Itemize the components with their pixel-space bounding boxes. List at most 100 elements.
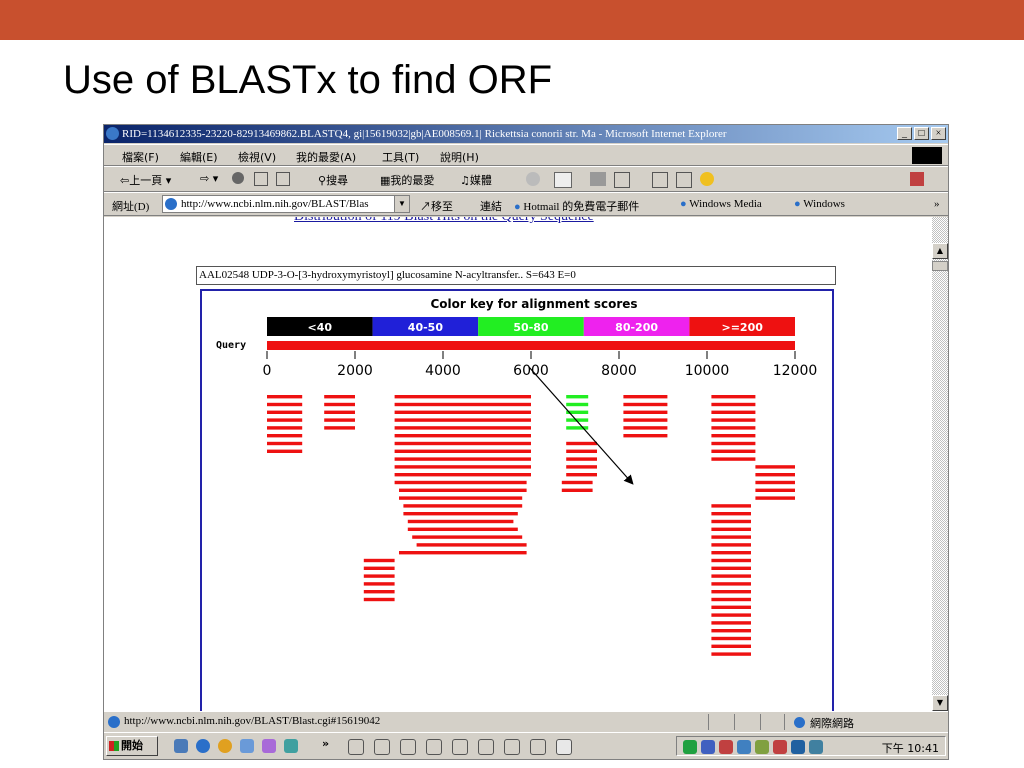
media-button[interactable]: ♫媒體 <box>460 172 492 188</box>
alignment-hit <box>711 527 751 531</box>
tray-icon[interactable] <box>773 740 787 754</box>
task-window-icon[interactable] <box>348 739 364 755</box>
mail-icon[interactable] <box>554 172 572 188</box>
translate-icon[interactable] <box>910 172 924 186</box>
address-input[interactable]: http://www.ncbi.nlm.nih.gov/BLAST/Blas ▼ <box>162 195 410 213</box>
alignment-hit <box>363 566 395 570</box>
ie-quicklaunch-icon[interactable] <box>196 739 210 753</box>
quicklaunch-icon[interactable] <box>284 739 298 753</box>
link-windows[interactable]: ● Windows <box>794 198 845 210</box>
quicklaunch-icon[interactable] <box>240 739 254 753</box>
taskbar-more-icon[interactable]: » <box>322 737 329 750</box>
alignment-hit <box>711 402 756 407</box>
menu-file[interactable]: 檔案(F) <box>122 149 159 165</box>
smiley-icon[interactable] <box>700 172 714 186</box>
alignment-hit <box>623 418 668 422</box>
tray-icon[interactable] <box>719 740 733 754</box>
refresh-icon[interactable] <box>254 172 268 186</box>
alignment-hit <box>755 488 795 492</box>
alignment-hit <box>267 395 303 399</box>
links-more-icon[interactable]: » <box>934 198 940 210</box>
media-quicklaunch-icon[interactable] <box>218 739 232 753</box>
alignment-hit <box>394 465 531 469</box>
alignment-hit <box>711 449 756 453</box>
alignment-hit <box>394 457 531 461</box>
scroll-up-button[interactable]: ▲ <box>932 243 948 259</box>
quicklaunch-icon[interactable] <box>174 739 188 753</box>
back-button[interactable]: ⇦上一頁 ▾ <box>120 172 171 188</box>
address-dropdown-icon[interactable]: ▼ <box>394 196 409 212</box>
discuss-icon[interactable] <box>652 172 668 188</box>
ie-logo-icon <box>106 127 119 140</box>
alignment-hit <box>711 582 751 586</box>
alignment-hit <box>566 441 597 446</box>
menu-help[interactable]: 說明(H) <box>440 149 479 165</box>
link-windows-media[interactable]: ● Windows Media <box>680 198 762 210</box>
tray-icon[interactable] <box>683 740 697 754</box>
status-zone: 網際網路 <box>810 718 854 730</box>
alignment-hit <box>711 636 751 641</box>
menu-tools[interactable]: 工具(T) <box>382 149 419 165</box>
favorites-button[interactable]: ▦我的最愛 <box>380 172 434 188</box>
alignment-hit <box>566 457 597 461</box>
tray-icon[interactable] <box>701 740 715 754</box>
alignment-hit <box>561 480 593 485</box>
forward-button[interactable]: ⇨ ▾ <box>200 172 218 185</box>
scroll-down-button[interactable]: ▼ <box>932 695 948 711</box>
task-window-icon[interactable] <box>504 739 520 755</box>
link-hotmail[interactable]: ● Hotmail 的免費電子郵件 <box>514 198 639 214</box>
go-button[interactable]: ↗移至 <box>420 198 453 214</box>
home-icon[interactable] <box>276 172 290 186</box>
tray-icon[interactable] <box>737 740 751 754</box>
menu-view[interactable]: 檢視(V) <box>238 149 276 165</box>
alignment-hit <box>561 488 593 492</box>
minimize-button[interactable]: _ <box>897 127 912 140</box>
alignment-hit <box>711 590 751 594</box>
history-icon[interactable] <box>526 172 540 186</box>
quicklaunch-icon[interactable] <box>262 739 276 753</box>
page-icon <box>108 716 120 728</box>
scroll-thumb[interactable] <box>932 261 948 271</box>
alignment-hit <box>711 519 751 524</box>
task-window-icon[interactable] <box>426 739 442 755</box>
stop-icon[interactable] <box>232 172 244 184</box>
task-window-icon[interactable] <box>556 739 572 755</box>
tray-icon[interactable] <box>809 740 823 754</box>
close-button[interactable]: × <box>931 127 946 140</box>
task-window-icon[interactable] <box>400 739 416 755</box>
tray-icon[interactable] <box>791 740 805 754</box>
address-label: 網址(D) <box>112 201 150 213</box>
alignment-hit <box>711 629 751 633</box>
alignment-hit <box>711 535 751 539</box>
task-window-icon[interactable] <box>452 739 468 755</box>
media-icon: ♫ <box>460 174 470 187</box>
color-key-label: >=200 <box>721 321 763 334</box>
maximize-button[interactable]: □ <box>914 127 929 140</box>
print-icon[interactable] <box>590 172 606 186</box>
address-bar: 網址(D) http://www.ncbi.nlm.nih.gov/BLAST/… <box>104 192 948 216</box>
axis-tick-label: 0 <box>263 363 272 379</box>
task-window-icon[interactable] <box>478 739 494 755</box>
search-button[interactable]: ⚲搜尋 <box>318 172 348 188</box>
alignment-hit <box>623 402 668 407</box>
messenger-icon[interactable] <box>676 172 692 188</box>
alignment-hit <box>403 504 523 508</box>
system-tray: 下午 10:41 <box>676 736 946 756</box>
task-window-icon[interactable] <box>374 739 390 755</box>
tray-icon[interactable] <box>755 740 769 754</box>
status-divider <box>760 714 761 730</box>
alignment-hit <box>394 449 531 453</box>
alignment-hit <box>755 465 795 469</box>
alignment-hit <box>711 566 751 570</box>
menu-favorites[interactable]: 我的最愛(A) <box>296 149 356 165</box>
menu-edit[interactable]: 編輯(E) <box>180 149 218 165</box>
vertical-scrollbar[interactable]: ▲ ▼ <box>932 217 948 711</box>
alignment-hit <box>711 605 751 609</box>
alignment-hit <box>755 496 795 500</box>
task-window-icon[interactable] <box>530 739 546 755</box>
alignment-hit <box>755 473 795 477</box>
edit-icon[interactable] <box>614 172 630 188</box>
start-button[interactable]: 開始 <box>106 736 158 756</box>
alignment-hit <box>407 519 514 524</box>
axis-tick-label: 10000 <box>685 363 730 379</box>
